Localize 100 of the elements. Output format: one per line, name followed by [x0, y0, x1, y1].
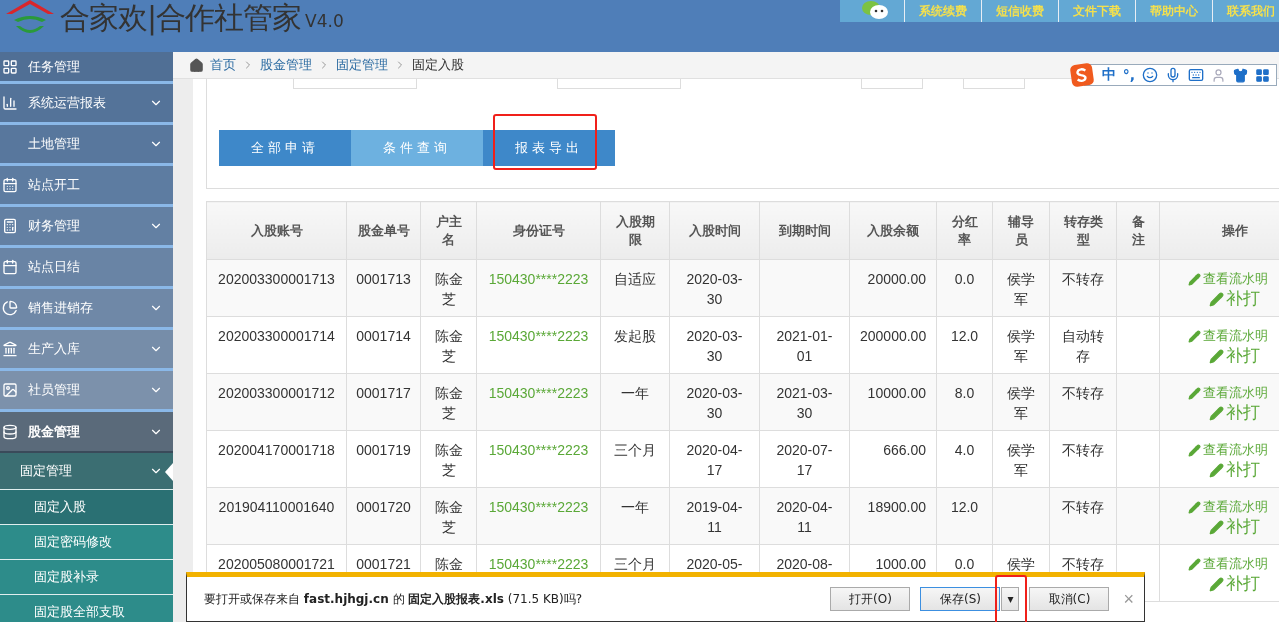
table-cell: 150430****2223 [476, 373, 601, 431]
action-tab[interactable]: 全部申请 [219, 130, 351, 166]
sidebar-item[interactable]: 固定密码修改 [0, 525, 173, 560]
table-cell: 0001713 [346, 259, 421, 317]
sidebar-item[interactable]: 站点开工 [0, 166, 173, 207]
menu-icon [2, 300, 18, 316]
row-action-link[interactable]: 补打 [1160, 574, 1279, 594]
input-field[interactable] [861, 79, 923, 89]
smile-icon[interactable] [1142, 67, 1158, 83]
row-action-link[interactable]: 查看流水明 [1160, 497, 1279, 517]
nav-link[interactable]: 文件下载 [1058, 0, 1135, 22]
download-button[interactable]: 取消(C) [1029, 587, 1110, 611]
download-button[interactable]: 保存(S) [920, 587, 1001, 611]
row-action-link[interactable]: 查看流水明 [1160, 383, 1279, 403]
sidebar-item[interactable]: 股金管理 [0, 412, 173, 453]
action-tab[interactable]: 报表导出 [483, 130, 615, 166]
row-action-link[interactable]: 查看流水明 [1160, 326, 1279, 346]
nav-link[interactable]: 联系我们 [1212, 0, 1279, 22]
column-header: 户主名 [420, 201, 477, 260]
nav-link[interactable]: 短信收费 [981, 0, 1058, 22]
row-action-link[interactable]: 查看流水明 [1160, 269, 1279, 289]
row-action-link[interactable]: 补打 [1160, 403, 1279, 423]
column-header: 操作 [1159, 201, 1279, 260]
dropdown-button[interactable]: ▾ [1001, 587, 1020, 611]
pencil-icon [1188, 272, 1201, 286]
table-cell: 一年 [600, 373, 670, 431]
table-cell: 20000.00 [849, 259, 937, 317]
grid-icon[interactable] [1255, 67, 1270, 83]
download-button[interactable]: 打开(O) [830, 587, 911, 611]
row-action-link[interactable]: 补打 [1160, 517, 1279, 537]
table-cell: 一年 [600, 487, 670, 545]
table-cell: 三个月 [600, 430, 670, 488]
table-cell: 150430****2223 [476, 259, 601, 317]
sidebar-item[interactable]: 系统运营报表 [0, 84, 173, 125]
current-pointer-icon [165, 463, 173, 481]
table-cell: 陈金芝 [420, 430, 477, 488]
sidebar-item[interactable]: 站点日结 [0, 248, 173, 289]
table-cell: 200000.00 [849, 316, 937, 374]
nav-link[interactable]: 系统续费 [904, 0, 981, 22]
table-cell [992, 487, 1050, 545]
table-cell: 150430****2223 [476, 487, 601, 545]
breadcrumb-link[interactable]: 固定管理 [336, 56, 388, 74]
version-label: V4.0 [305, 11, 344, 31]
table-cell: 2020-04-17 [669, 430, 760, 488]
table-cell: 发起股 [600, 316, 670, 374]
sidebar-item[interactable]: 固定股补录 [0, 560, 173, 595]
table-cell: 0001717 [346, 373, 421, 431]
table-cell: 2020-03-30 [669, 259, 760, 317]
row-action-link[interactable]: 补打 [1160, 346, 1279, 366]
breadcrumb-current[interactable]: 固定入股 [412, 56, 464, 74]
table-cell: 侯学军 [992, 316, 1050, 374]
sidebar-item[interactable]: 财务管理 [0, 207, 173, 248]
pencil-icon [1188, 500, 1201, 514]
pencil-icon [1209, 576, 1224, 592]
row-action-link[interactable]: 补打 [1160, 289, 1279, 309]
menu-icon [2, 218, 18, 234]
table-cell: 0001719 [346, 430, 421, 488]
sidebar-item[interactable]: 任务管理 [0, 52, 173, 84]
action-tab[interactable]: 条件查询 [351, 130, 483, 166]
user-icon[interactable] [1211, 67, 1226, 83]
sidebar-item[interactable]: 销售进销存 [0, 289, 173, 330]
table-cell: 202004170001718 [206, 430, 347, 488]
keyboard-icon[interactable] [1188, 67, 1204, 83]
table-cell: 不转存 [1049, 259, 1117, 317]
table-cell: 2021-03-30 [759, 373, 850, 431]
chat-bubbles-icon[interactable] [860, 0, 890, 20]
table-cell: 陈金芝 [420, 316, 477, 374]
sidebar-item[interactable]: 土地管理 [0, 125, 173, 166]
close-button[interactable]: × [1123, 588, 1134, 610]
sidebar-item[interactable]: 固定管理 [0, 453, 173, 490]
sidebar-item[interactable]: 生产入库 [0, 330, 173, 371]
table-cell: 150430****2223 [476, 430, 601, 488]
row-action-link[interactable]: 补打 [1160, 460, 1279, 480]
table-cell: 侯学军 [992, 373, 1050, 431]
breadcrumb-link[interactable]: 股金管理 [260, 56, 312, 74]
input-field[interactable] [557, 79, 681, 89]
table-cell: 4.0 [936, 430, 993, 488]
input-field[interactable] [963, 79, 1025, 89]
sidebar-item[interactable]: 固定股全部支取 [0, 595, 173, 622]
column-header: 分红率 [936, 201, 993, 260]
table-cell: 201904110001640 [206, 487, 347, 545]
column-header: 到期时间 [759, 201, 850, 260]
menu-icon [2, 382, 18, 398]
breadcrumb-link[interactable]: 首页 [210, 56, 236, 74]
row-action-link[interactable]: 查看流水明 [1160, 554, 1279, 574]
menu-icon [2, 58, 18, 75]
sidebar-item[interactable]: 固定入股 [0, 490, 173, 525]
table-cell: 2021-01-01 [759, 316, 850, 374]
nav-link[interactable]: 帮助中心 [1135, 0, 1212, 22]
input-mode-label[interactable]: 中 [1101, 66, 1116, 84]
shirt-icon[interactable] [1233, 67, 1248, 83]
row-action-link[interactable]: 查看流水明 [1160, 440, 1279, 460]
pencil-icon [1188, 386, 1201, 400]
sidebar-item[interactable]: 社员管理 [0, 371, 173, 412]
menu-icon [2, 341, 18, 357]
microphone-icon[interactable] [1165, 67, 1181, 83]
input-field[interactable] [293, 79, 417, 89]
pencil-icon [1209, 405, 1224, 421]
punctuation-label[interactable]: °, [1122, 67, 1135, 83]
table-cell: 2019-04-11 [669, 487, 760, 545]
